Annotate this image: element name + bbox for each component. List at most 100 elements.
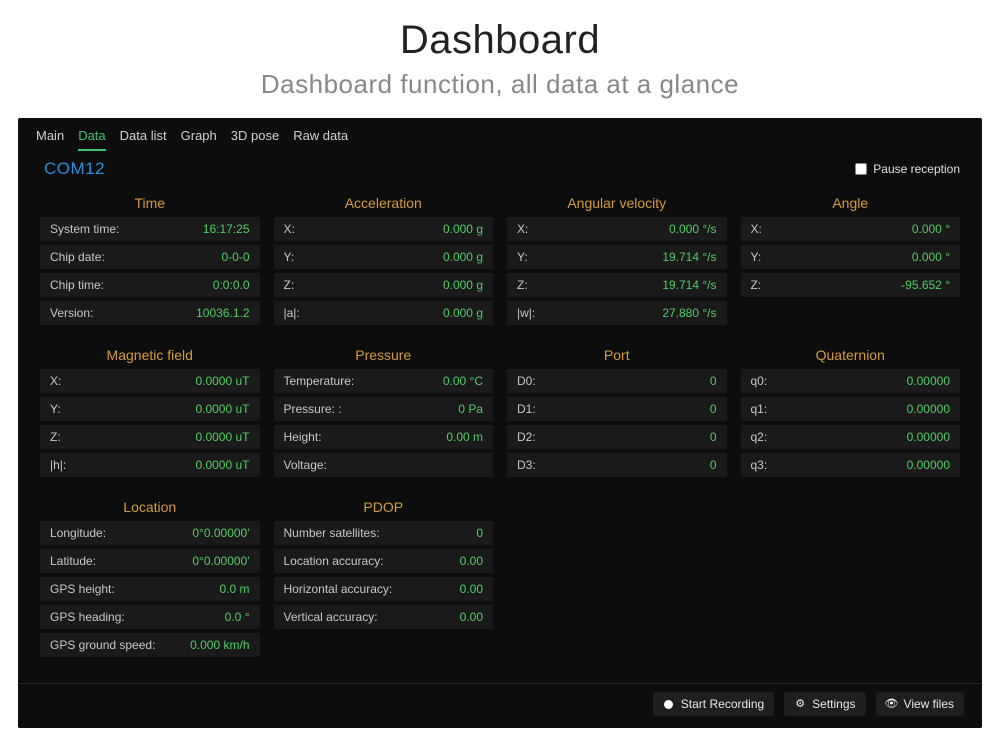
data-row: Z: 0.000 g xyxy=(274,273,494,297)
port-label: COM12 xyxy=(44,159,105,179)
tab-data[interactable]: Data xyxy=(78,128,105,151)
data-row-value: -95.652 ° xyxy=(901,278,950,292)
data-row-value: 0-0-0 xyxy=(221,250,249,264)
data-row-value: 0.00 °C xyxy=(443,374,483,388)
footer-bar: Start Recording Settings View files xyxy=(18,683,982,728)
data-row-label: Z: xyxy=(50,430,61,444)
data-row-label: Z: xyxy=(751,278,762,292)
data-row-label: q0: xyxy=(751,374,768,388)
data-row-label: Y: xyxy=(751,250,762,264)
group-title-angular-velocity: Angular velocity xyxy=(507,191,727,217)
data-row-label: Longitude: xyxy=(50,526,106,540)
pause-reception-checkbox[interactable]: Pause reception xyxy=(855,162,960,176)
data-row-value: 19.714 °/s xyxy=(662,250,716,264)
data-row: Version:10036.1.2 xyxy=(40,301,260,325)
data-row-label: Version: xyxy=(50,306,93,320)
data-row-label: q1: xyxy=(751,402,768,416)
data-row-value: 0.000 g xyxy=(443,306,483,320)
data-row: |w|:27.880 °/s xyxy=(507,301,727,325)
data-row: Chip date: 0-0-0 xyxy=(40,245,260,269)
data-row-label: Location accuracy: xyxy=(284,554,384,568)
data-row-value: 0 xyxy=(476,526,483,540)
data-row-label: q2: xyxy=(751,430,768,444)
data-row-value: 0.0000 uT xyxy=(195,374,249,388)
data-row-label: Chip date: xyxy=(50,250,105,264)
data-row-value: 0.00000 xyxy=(907,374,950,388)
settings-button[interactable]: Settings xyxy=(784,692,865,716)
group-quaternion: Quaternion q0: 0.00000 q1: 0.00000 q2: 0.00000… xyxy=(741,343,961,481)
data-row: q2: 0.00000 xyxy=(741,425,961,449)
group-time: TimeSystem time:16:17:25Chip date:0-0-0C… xyxy=(40,191,260,329)
data-row-value: 0 xyxy=(710,458,717,472)
data-row: Location accuracy:0.00 xyxy=(274,549,494,573)
group-angular-velocity: Angular velocityX:0.000 °/sY:19.714 °/sZ… xyxy=(507,191,727,329)
data-row-value: 0 xyxy=(710,402,717,416)
data-row-label: GPS heading: xyxy=(50,610,125,624)
data-row-label: Chip time: xyxy=(50,278,104,292)
eye-icon xyxy=(886,698,898,710)
data-row: GPS ground speed:0.000 km/h xyxy=(40,633,260,657)
record-icon xyxy=(663,698,675,710)
data-row: Y: 19.714 °/s xyxy=(507,245,727,269)
data-row-label: Latitude: xyxy=(50,554,96,568)
group-magnetic-field: Magnetic fieldX:0.0000 uTY:0.0000 uTZ:0.… xyxy=(40,343,260,481)
tab-main[interactable]: Main xyxy=(36,128,64,151)
checkbox-icon xyxy=(855,163,867,175)
group-title-pdop: PDOP xyxy=(274,495,494,521)
data-row: Latitude: 0°0.00000' xyxy=(40,549,260,573)
data-row-value: 0.00 m xyxy=(446,430,483,444)
data-row: Z:19.714 °/s xyxy=(507,273,727,297)
group-acceleration: AccelerationX:0.000 gY:0.000 gZ:0.000 g|… xyxy=(274,191,494,329)
data-row-value: 0.0000 uT xyxy=(195,402,249,416)
data-row-label: Y: xyxy=(517,250,528,264)
pause-reception-label: Pause reception xyxy=(873,162,960,176)
data-row: System time:16:17:25 xyxy=(40,217,260,241)
data-row-label: Voltage: xyxy=(284,458,327,472)
group-pdop: PDOP Number satellites: 0 Location accuracy… xyxy=(274,495,494,661)
data-row-value: 0.00000 xyxy=(907,458,950,472)
data-row: Y:0.000 g xyxy=(274,245,494,269)
data-row-label: X: xyxy=(284,222,295,236)
data-row-value: 0 xyxy=(710,430,717,444)
data-row-value: 0.00 xyxy=(460,582,483,596)
group-port: PortD0:0D1:0D2:0D3:0 xyxy=(507,343,727,481)
data-row-label: Height: xyxy=(284,430,322,444)
data-row-value: 0.000 g xyxy=(443,250,483,264)
group-title-quaternion: Quaternion xyxy=(741,343,961,369)
data-row-value: 0.000 g xyxy=(443,278,483,292)
data-row-value: 0:0:0.0 xyxy=(213,278,250,292)
group-title-magnetic-field: Magnetic field xyxy=(40,343,260,369)
view-files-button[interactable]: View files xyxy=(876,692,964,716)
data-row-label: System time: xyxy=(50,222,119,236)
data-row-value: 0.0 ° xyxy=(225,610,250,624)
data-row-label: Number satellites: xyxy=(284,526,380,540)
data-row-label: Z: xyxy=(284,278,295,292)
start-recording-label: Start Recording xyxy=(681,697,764,711)
data-row-label: q3: xyxy=(751,458,768,472)
dashboard-app: Main Data Data list Graph 3D pose Raw data CO… xyxy=(18,118,982,728)
gear-icon xyxy=(794,698,806,710)
data-row-value: 19.714 °/s xyxy=(662,278,716,292)
data-row-value: 0 xyxy=(710,374,717,388)
data-row-label: Horizontal accuracy: xyxy=(284,582,393,596)
data-row: q0: 0.00000 xyxy=(741,369,961,393)
data-row: Longitude:0°0.00000' xyxy=(40,521,260,545)
data-row: Y:0.000 ° xyxy=(741,245,961,269)
data-row-value: 0.00000 xyxy=(907,430,950,444)
data-row: Y:0.0000 uT xyxy=(40,397,260,421)
data-grid: TimeSystem time:16:17:25Chip date:0-0-0C… xyxy=(18,187,982,683)
data-row: D1: 0 xyxy=(507,397,727,421)
data-row: |h|:0.0000 uT xyxy=(40,453,260,477)
start-recording-button[interactable]: Start Recording xyxy=(653,692,774,716)
group-location: LocationLongitude:0°0.00000'Latitude:0°0… xyxy=(40,495,260,661)
data-row-value: 0°0.00000' xyxy=(192,554,249,568)
data-row-value: 0.000 km/h xyxy=(190,638,249,652)
data-row-label: D1: xyxy=(517,402,536,416)
group-title-angle: Angle xyxy=(741,191,961,217)
tab-raw-data[interactable]: Raw data xyxy=(293,128,348,151)
tab-graph[interactable]: Graph xyxy=(181,128,217,151)
tab-3d-pose[interactable]: 3D pose xyxy=(231,128,279,151)
tab-data-list[interactable]: Data list xyxy=(120,128,167,151)
data-row: Z: -95.652 ° xyxy=(741,273,961,297)
data-row-label: Pressure: : xyxy=(284,402,342,416)
